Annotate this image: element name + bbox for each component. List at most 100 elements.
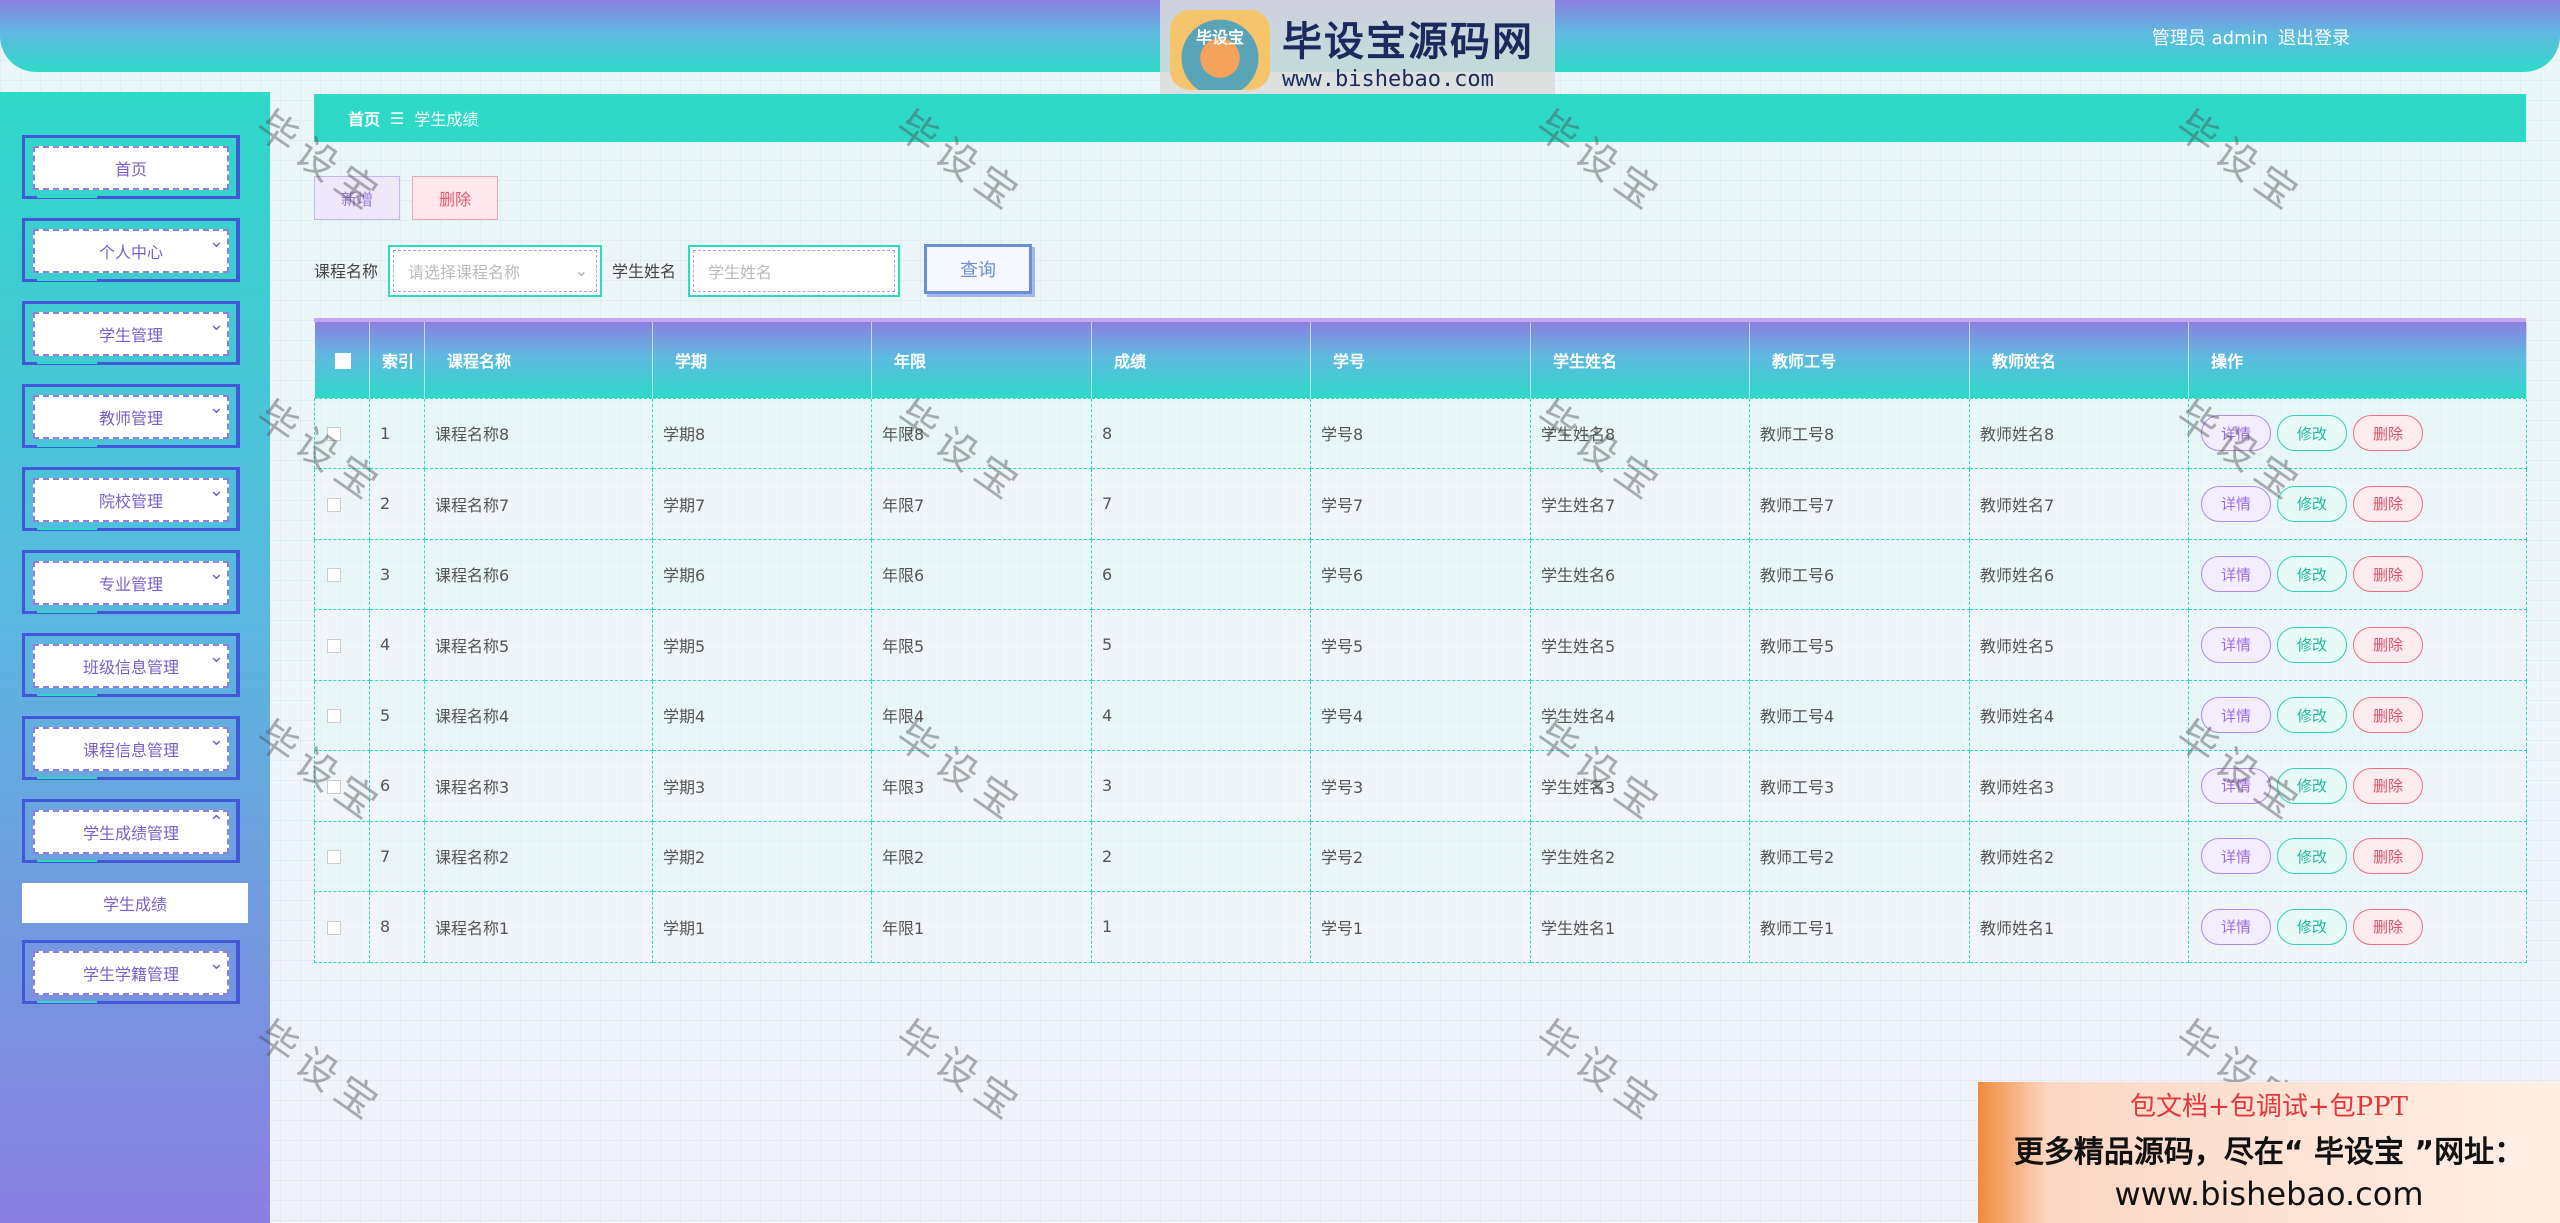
course-name-select[interactable]: 请选择课程名称 ⌄ [388, 245, 602, 297]
sidebar-item-label-box[interactable]: 学生成绩管理 [33, 810, 229, 854]
delete-button[interactable]: 删除 [2353, 556, 2423, 593]
cell-term: 学期1 [652, 891, 872, 963]
cell-actions: 详情 修改 删除 [2188, 609, 2527, 681]
delete-button[interactable]: 删除 [2353, 838, 2423, 875]
detail-button[interactable]: 详情 [2201, 838, 2271, 875]
detail-button[interactable]: 详情 [2201, 415, 2271, 452]
edit-button[interactable]: 修改 [2277, 626, 2347, 663]
sidebar-item-label: 个人中心 [98, 243, 163, 262]
sidebar-subitem-student-score[interactable]: 学生成绩 [22, 883, 248, 923]
sidebar-item-home[interactable]: 首页 [22, 135, 240, 199]
sidebar-item-enrollment-management[interactable]: 学生学籍管理 ⌄ [22, 940, 240, 1004]
cell-student-name: 学生姓名6 [1530, 538, 1750, 610]
sidebar-item-label: 学生成绩管理 [82, 824, 179, 843]
detail-button[interactable]: 详情 [2201, 697, 2271, 734]
row-checkbox[interactable] [327, 779, 341, 794]
breadcrumb-home[interactable]: 首页 [348, 106, 380, 130]
detail-button[interactable]: 详情 [2201, 767, 2271, 804]
row-checkbox[interactable] [327, 709, 341, 724]
sidebar-item-label-box[interactable]: 学生学籍管理 [33, 951, 229, 995]
student-name-placeholder: 学生姓名 [708, 263, 773, 282]
sidebar-item-teacher-management[interactable]: 教师管理 ⌄ [22, 384, 240, 448]
row-checkbox[interactable] [327, 850, 341, 865]
header-user-area: 管理员 admin 退出登录 [2152, 24, 2350, 50]
batch-delete-button[interactable]: 删除 [412, 176, 498, 220]
sidebar-item-course-info-management[interactable]: 课程信息管理 ⌄ [22, 716, 240, 780]
sidebar-item-label-box[interactable]: 教师管理 [33, 395, 229, 439]
cell-term: 学期3 [652, 750, 872, 822]
detail-button[interactable]: 详情 [2201, 556, 2271, 593]
edit-button[interactable]: 修改 [2277, 415, 2347, 452]
column-header-teacher-name: 教师姓名 [1969, 322, 2189, 398]
column-header-student-no: 学号 [1310, 322, 1531, 398]
edit-button[interactable]: 修改 [2277, 697, 2347, 734]
sidebar-item-decoration [37, 362, 97, 364]
cell-teacher-name: 教师姓名5 [1969, 609, 2189, 681]
cell-index: 3 [369, 538, 425, 610]
select-all-header[interactable] [314, 322, 370, 398]
cell-student-name: 学生姓名8 [1530, 397, 1750, 469]
row-checkbox[interactable] [327, 497, 341, 512]
row-checkbox-cell [314, 750, 370, 822]
sidebar-item-score-management[interactable]: 学生成绩管理 ⌃ [22, 799, 240, 863]
logout-link[interactable]: 退出登录 [2278, 24, 2350, 50]
row-checkbox[interactable] [327, 427, 341, 442]
sidebar-item-label: 教师管理 [98, 409, 163, 428]
cell-term: 学期6 [652, 538, 872, 610]
delete-button[interactable]: 删除 [2353, 485, 2423, 522]
query-button[interactable]: 查询 [924, 244, 1032, 294]
cell-teacher-name: 教师姓名2 [1969, 820, 2189, 892]
sidebar-item-label-box[interactable]: 专业管理 [33, 561, 229, 605]
delete-button[interactable]: 删除 [2353, 697, 2423, 734]
edit-button[interactable]: 修改 [2277, 908, 2347, 945]
detail-button[interactable]: 详情 [2201, 908, 2271, 945]
cell-course: 课程名称6 [424, 538, 653, 610]
breadcrumb: 首页 ☰ 学生成绩 [314, 94, 2526, 142]
detail-button[interactable]: 详情 [2201, 626, 2271, 663]
edit-button[interactable]: 修改 [2277, 838, 2347, 875]
course-name-placeholder: 请选择课程名称 [408, 263, 521, 282]
course-name-label: 课程名称 [314, 262, 379, 281]
table-row: 7 课程名称2 学期2 年限2 2 学号2 学生姓名2 教师工号2 教师姓名2 详情 修改 删除 [314, 820, 2527, 892]
row-checkbox[interactable] [327, 638, 341, 653]
sidebar-item-major-management[interactable]: 专业管理 ⌄ [22, 550, 240, 614]
student-name-input[interactable]: 学生姓名 [688, 245, 900, 297]
sidebar-item-label-box[interactable]: 个人中心 [33, 229, 229, 273]
cell-index: 6 [369, 750, 425, 822]
sidebar-item-college-management[interactable]: 院校管理 ⌄ [22, 467, 240, 531]
chevron-down-icon: ⌄ [208, 646, 224, 667]
cell-course: 课程名称5 [424, 609, 653, 681]
sidebar-item-label-box[interactable]: 院校管理 [33, 478, 229, 522]
sidebar-item-label-box[interactable]: 班级信息管理 [33, 644, 229, 688]
chevron-down-icon: ⌄ [208, 729, 224, 750]
sidebar-item-decoration [37, 694, 97, 696]
row-checkbox[interactable] [327, 920, 341, 935]
select-all-checkbox[interactable] [334, 352, 351, 369]
delete-button[interactable]: 删除 [2353, 415, 2423, 452]
sidebar-item-class-info-management[interactable]: 班级信息管理 ⌄ [22, 633, 240, 697]
sidebar-item-label-box[interactable]: 课程信息管理 [33, 727, 229, 771]
row-checkbox-cell [314, 820, 370, 892]
delete-button[interactable]: 删除 [2353, 767, 2423, 804]
cell-student-no: 学号4 [1310, 679, 1531, 751]
detail-button[interactable]: 详情 [2201, 485, 2271, 522]
row-checkbox-cell [314, 891, 370, 963]
sidebar-item-label-box[interactable]: 学生管理 [33, 312, 229, 356]
cell-teacher-name: 教师姓名1 [1969, 891, 2189, 963]
edit-button[interactable]: 修改 [2277, 485, 2347, 522]
delete-button[interactable]: 删除 [2353, 908, 2423, 945]
sidebar-item-label-box[interactable]: 首页 [33, 146, 229, 190]
sidebar-item-decoration [37, 196, 97, 198]
cell-teacher-no: 教师工号8 [1749, 397, 1970, 469]
cell-student-name: 学生姓名2 [1530, 820, 1750, 892]
edit-button[interactable]: 修改 [2277, 556, 2347, 593]
row-checkbox[interactable] [327, 568, 341, 583]
sidebar-item-personal-center[interactable]: 个人中心 ⌄ [22, 218, 240, 282]
cell-teacher-no: 教师工号6 [1749, 538, 1970, 610]
cell-index: 7 [369, 820, 425, 892]
add-button[interactable]: 新增 [314, 176, 400, 220]
sidebar-item-student-management[interactable]: 学生管理 ⌄ [22, 301, 240, 365]
edit-button[interactable]: 修改 [2277, 767, 2347, 804]
cell-student-no: 学号3 [1310, 750, 1531, 822]
delete-button[interactable]: 删除 [2353, 626, 2423, 663]
